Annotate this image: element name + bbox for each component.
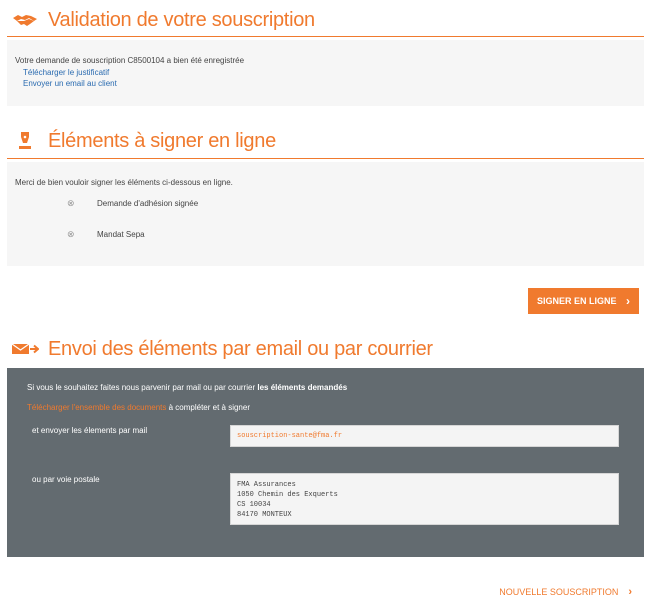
sign-online-button[interactable]: SIGNER EN LIGNE ›: [528, 288, 639, 314]
send-email-client-link[interactable]: Envoyer un email au client: [23, 79, 117, 88]
send-panel: Si vous le souhaitez faites nous parveni…: [7, 368, 644, 557]
send-intro: Si vous le souhaitez faites nous parveni…: [27, 383, 347, 392]
address-line: FMA Assurances: [237, 481, 296, 489]
sign-panel: Merci de bien vouloir signer les élément…: [7, 162, 644, 266]
download-suffix: à compléter et à signer: [166, 403, 250, 412]
new-subscription-link[interactable]: NOUVELLE SOUSCRIPTION ›: [499, 586, 632, 598]
sign-header: Éléments à signer en ligne: [7, 124, 644, 159]
send-intro-bold: les éléments demandés: [257, 383, 348, 392]
list-item: ⊗ Mandat Sepa: [67, 229, 145, 240]
mail-label: et envoyer les élements par mail: [32, 426, 148, 435]
send-header: Envoi des éléments par email ou par cour…: [7, 334, 644, 364]
chevron-right-icon: ›: [626, 294, 630, 308]
validation-panel: Votre demande de souscription C8500104 a…: [7, 40, 644, 106]
address-line: 1050 Chemin des Exquerts: [237, 491, 338, 499]
sign-item-label: Mandat Sepa: [97, 230, 145, 239]
pending-circle-icon: ⊗: [67, 198, 75, 208]
validation-title: Validation de votre souscription: [48, 8, 315, 31]
email-field[interactable]: souscription-sante@fma.fr: [230, 425, 619, 447]
send-title: Envoi des éléments par email ou par cour…: [48, 337, 433, 360]
sign-item-label: Demande d'adhésion signée: [97, 199, 199, 208]
envelope-send-icon: [10, 342, 40, 356]
pending-circle-icon: ⊗: [67, 229, 75, 239]
send-intro-text: Si vous le souhaitez faites nous parveni…: [27, 383, 258, 392]
download-justificatif-link[interactable]: Télécharger le justificatif: [23, 68, 109, 77]
download-all-documents-link[interactable]: Télécharger l'ensemble des documents: [27, 403, 166, 412]
postal-address-field[interactable]: FMA Assurances 1050 Chemin des Exquerts …: [230, 473, 619, 525]
sign-online-label: SIGNER EN LIGNE: [537, 296, 617, 306]
postal-label: ou par voie postale: [32, 475, 100, 484]
email-value: souscription-sante@fma.fr: [237, 432, 343, 440]
download-line: Télécharger l'ensemble des documents à c…: [27, 403, 250, 412]
chevron-right-icon: ›: [628, 586, 632, 598]
validation-message: Votre demande de souscription C8500104 a…: [15, 56, 245, 65]
handshake-icon: [10, 12, 40, 28]
new-subscription-label: NOUVELLE SOUSCRIPTION: [499, 587, 619, 597]
list-item: ⊗ Demande d'adhésion signée: [67, 198, 198, 209]
sign-intro: Merci de bien vouloir signer les élément…: [15, 178, 233, 187]
pen-nib-icon: [10, 131, 40, 151]
validation-header: Validation de votre souscription: [7, 4, 644, 37]
address-line: 84170 MONTEUX: [237, 511, 292, 519]
address-line: CS 10034: [237, 501, 271, 509]
sign-title: Éléments à signer en ligne: [48, 129, 276, 152]
